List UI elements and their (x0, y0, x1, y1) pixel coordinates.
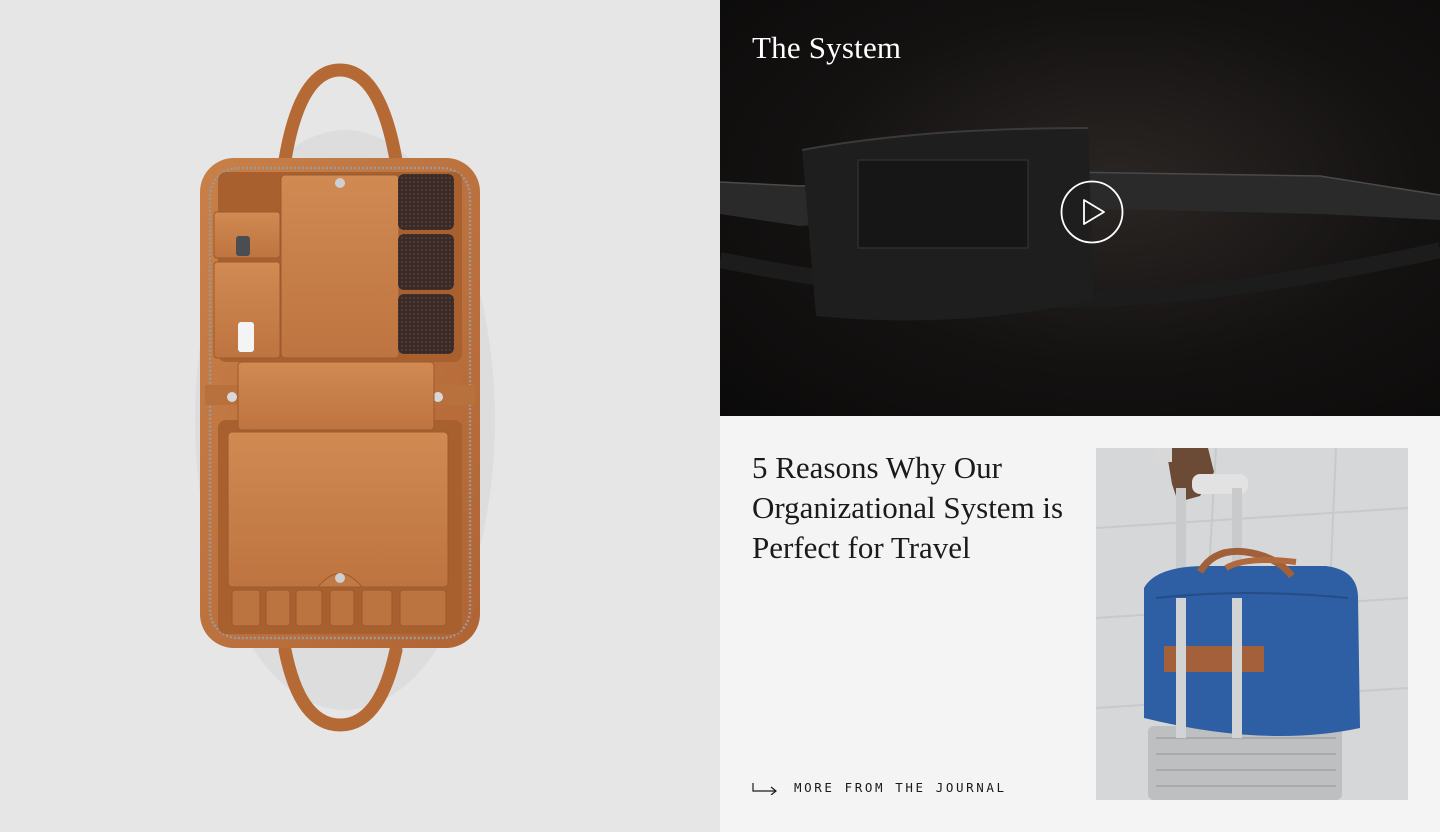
article-title[interactable]: 5 Reasons Why Our Organizational System … (752, 448, 1072, 568)
product-image-panel (0, 0, 720, 832)
more-from-journal-label: MORE FROM THE JOURNAL (794, 780, 1007, 795)
blue-bag-on-suitcase-image (1096, 448, 1408, 800)
journal-article-card: 5 Reasons Why Our Organizational System … (720, 416, 1440, 832)
open-leather-organizer-image (195, 63, 495, 732)
play-button[interactable] (1060, 180, 1124, 244)
video-title: The System (752, 30, 902, 65)
article-image[interactable] (1096, 448, 1408, 800)
more-from-journal-link[interactable]: MORE FROM THE JOURNAL (752, 780, 1007, 795)
play-circle-icon (1060, 180, 1124, 244)
video-panel[interactable]: The System (720, 0, 1440, 416)
arrow-right-icon (752, 782, 777, 795)
